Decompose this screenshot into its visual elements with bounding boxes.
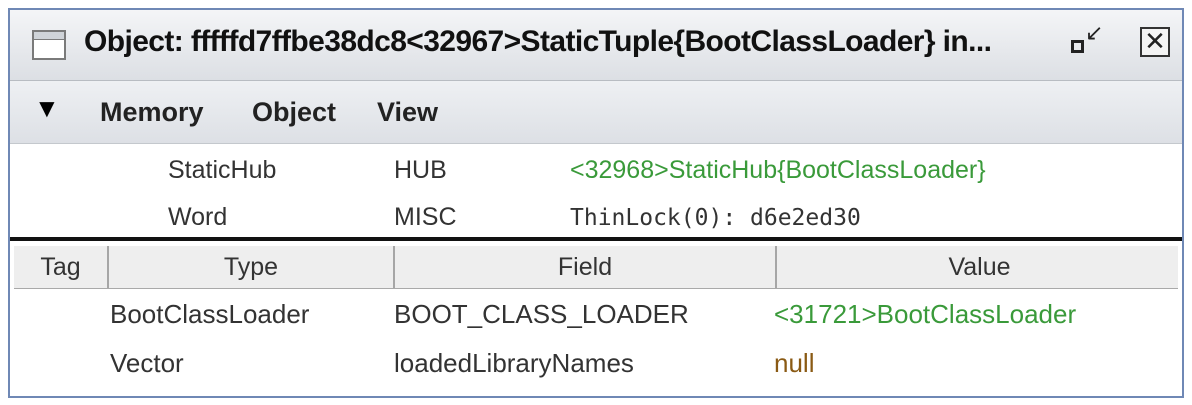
- column-value[interactable]: Value: [777, 246, 1182, 288]
- header-name: StaticHub: [168, 156, 277, 184]
- table-row[interactable]: Vector loadedLibraryNames null: [10, 340, 1182, 386]
- arrow-icon: ↙: [1085, 20, 1104, 45]
- menu-view[interactable]: View: [377, 97, 438, 128]
- header-value: ThinLock(0): d6e2ed30: [570, 205, 861, 231]
- header-kind: HUB: [394, 156, 447, 184]
- header-kind: MISC: [394, 203, 457, 231]
- window-title: Object: fffffd7ffbe38dc8<32967>StaticTup…: [84, 25, 992, 58]
- title-bar[interactable]: Object: fffffd7ffbe38dc8<32967>StaticTup…: [10, 10, 1182, 81]
- header-row-misc: Word MISC ThinLock(0): d6e2ed30: [10, 193, 1182, 241]
- header-name: Word: [168, 203, 228, 231]
- cell-value-link[interactable]: <31721>BootClassLoader: [774, 299, 1076, 330]
- cell-field: BOOT_CLASS_LOADER: [394, 299, 689, 329]
- column-type[interactable]: Type: [109, 246, 395, 288]
- menu-bar: ▼ Memory Object View: [10, 81, 1182, 144]
- cell-field: loadedLibraryNames: [394, 348, 634, 378]
- minimize-button[interactable]: ↙: [1067, 20, 1103, 62]
- object-inspector-window: Object: fffffd7ffbe38dc8<32967>StaticTup…: [8, 8, 1184, 398]
- header-row-hub: StaticHub HUB <32968>StaticHub{BootClass…: [10, 146, 1182, 194]
- window-icon: [32, 30, 66, 60]
- menu-memory[interactable]: Memory: [100, 97, 204, 128]
- close-button[interactable]: ✕: [1140, 27, 1170, 57]
- table-row[interactable]: BootClassLoader BOOT_CLASS_LOADER <31721…: [10, 291, 1182, 337]
- restore-icon: [1071, 40, 1084, 53]
- menu-object[interactable]: Object: [252, 97, 336, 128]
- table-header: Tag Type Field Value: [14, 246, 1178, 289]
- cell-type: Vector: [110, 348, 184, 378]
- cell-value: null: [774, 348, 815, 378]
- column-field[interactable]: Field: [395, 246, 777, 288]
- header-value-link[interactable]: <32968>StaticHub{BootClassLoader}: [570, 156, 986, 185]
- cell-type: BootClassLoader: [110, 299, 310, 329]
- column-tag[interactable]: Tag: [14, 246, 109, 288]
- section-divider: [10, 237, 1182, 241]
- menu-dropdown-icon[interactable]: ▼: [34, 93, 60, 124]
